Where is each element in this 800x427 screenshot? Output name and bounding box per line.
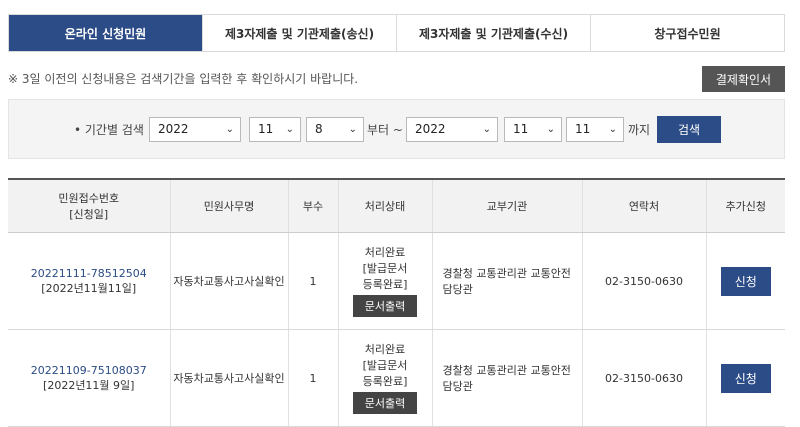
- end-day-value: 11: [575, 122, 591, 136]
- tab-third-party-received[interactable]: 제3자제출 및 기관제출(수신): [396, 15, 590, 51]
- task-cell: 자동차교통사고사실확인: [170, 329, 289, 427]
- start-month-value: 11: [258, 122, 274, 136]
- start-day-select[interactable]: 8 ⌄: [306, 117, 364, 142]
- header-contact: 연락처: [582, 179, 707, 233]
- status-line-1: 처리완료: [364, 343, 406, 356]
- application-number-link[interactable]: 20221111-78512504: [9, 267, 169, 280]
- header-number-line1: 민원접수번호: [58, 192, 120, 205]
- tab-third-party-sent[interactable]: 제3자제출 및 기관제출(송신): [202, 15, 396, 51]
- print-document-button[interactable]: 문서출력: [352, 392, 418, 414]
- end-month-value: 11: [513, 122, 529, 136]
- header-application-number: 민원접수번호 [신청일]: [8, 179, 171, 233]
- extra-application-cell: 신청: [706, 232, 785, 330]
- contact-cell: 02-3150-0630: [582, 329, 707, 427]
- start-year-select[interactable]: 2022 ⌄: [149, 117, 241, 142]
- from-label: 부터 ~: [367, 123, 403, 137]
- end-day-select[interactable]: 11 ⌄: [566, 117, 624, 142]
- status-line-1: 처리완료: [364, 246, 406, 259]
- copies-cell: 1: [288, 329, 339, 427]
- status-line-2: [발급문서: [362, 359, 408, 372]
- end-month-select[interactable]: 11 ⌄: [504, 117, 562, 142]
- chevron-down-icon: ⌄: [608, 124, 617, 135]
- chevron-down-icon: ⌄: [225, 124, 234, 135]
- period-search-panel: • 기간별 검색 2022 ⌄ 11 ⌄ 8 ⌄ 부터 ~ 2022 ⌄ 11 …: [8, 99, 785, 159]
- chevron-down-icon: ⌄: [348, 124, 357, 135]
- application-date: [2022년11월11일]: [41, 281, 137, 295]
- status-line-2: [발급문서: [362, 262, 408, 275]
- header-copies: 부수: [288, 179, 339, 233]
- application-date: [2022년11월 9일]: [43, 378, 135, 392]
- search-period-notice: ※ 3일 이전의 신청내용은 검색기간을 입력한 후 확인하시기 바랍니다.: [8, 72, 359, 86]
- period-search-label: • 기간별 검색: [74, 123, 144, 137]
- status-line-3: 등록완료]: [362, 375, 408, 388]
- table-row: 20221109-75108037 [2022년11월 9일] 자동차교통사고사…: [8, 329, 785, 427]
- end-year-value: 2022: [415, 122, 446, 136]
- table-header-row: 민원접수번호 [신청일] 민원사무명 부수 처리상태 교부기관 연락처 추가신청: [8, 179, 785, 233]
- apply-button[interactable]: 신청: [720, 363, 771, 393]
- table-row: 20221111-78512504 [2022년11월11일] 자동차교통사고사…: [8, 232, 785, 330]
- status-cell: 처리완료 [발급문서 등록완료] 문서출력: [338, 232, 433, 330]
- header-number-line2: [신청일]: [69, 208, 109, 221]
- start-day-value: 8: [315, 122, 323, 136]
- status-line-3: 등록완료]: [362, 278, 408, 291]
- extra-application-cell: 신청: [706, 329, 785, 427]
- until-label: 까지: [628, 123, 651, 137]
- agency-cell: 경찰청 교통관리관 교통안전담당관: [432, 329, 583, 427]
- end-year-select[interactable]: 2022 ⌄: [406, 117, 498, 142]
- application-number-link[interactable]: 20221109-75108037: [9, 364, 169, 377]
- chevron-down-icon: ⌄: [546, 124, 555, 135]
- status-cell: 처리완료 [발급문서 등록완료] 문서출력: [338, 329, 433, 427]
- chevron-down-icon: ⌄: [482, 124, 491, 135]
- tab-bar: 온라인 신청민원 제3자제출 및 기관제출(송신) 제3자제출 및 기관제출(수…: [8, 14, 785, 52]
- start-month-select[interactable]: 11 ⌄: [249, 117, 301, 142]
- application-number-cell: 20221109-75108037 [2022년11월 9일]: [8, 329, 171, 427]
- agency-cell: 경찰청 교통관리관 교통안전담당관: [432, 232, 583, 330]
- header-agency: 교부기관: [432, 179, 583, 233]
- header-extra-application: 추가신청: [706, 179, 785, 233]
- print-document-button[interactable]: 문서출력: [352, 295, 418, 317]
- header-status: 처리상태: [338, 179, 433, 233]
- header-task: 민원사무명: [170, 179, 289, 233]
- apply-button[interactable]: 신청: [720, 266, 771, 296]
- task-cell: 자동차교통사고사실확인: [170, 232, 289, 330]
- tab-online-applications[interactable]: 온라인 신청민원: [9, 15, 202, 51]
- application-number-cell: 20221111-78512504 [2022년11월11일]: [8, 232, 171, 330]
- search-button[interactable]: 검색: [657, 116, 721, 143]
- start-year-value: 2022: [158, 122, 189, 136]
- tab-counter-applications[interactable]: 창구접수민원: [590, 15, 784, 51]
- payment-receipt-button[interactable]: 결제확인서: [702, 66, 785, 92]
- application-table: 민원접수번호 [신청일] 민원사무명 부수 처리상태 교부기관 연락처 추가신청…: [8, 178, 785, 427]
- chevron-down-icon: ⌄: [285, 124, 294, 135]
- copies-cell: 1: [288, 232, 339, 330]
- contact-cell: 02-3150-0630: [582, 232, 707, 330]
